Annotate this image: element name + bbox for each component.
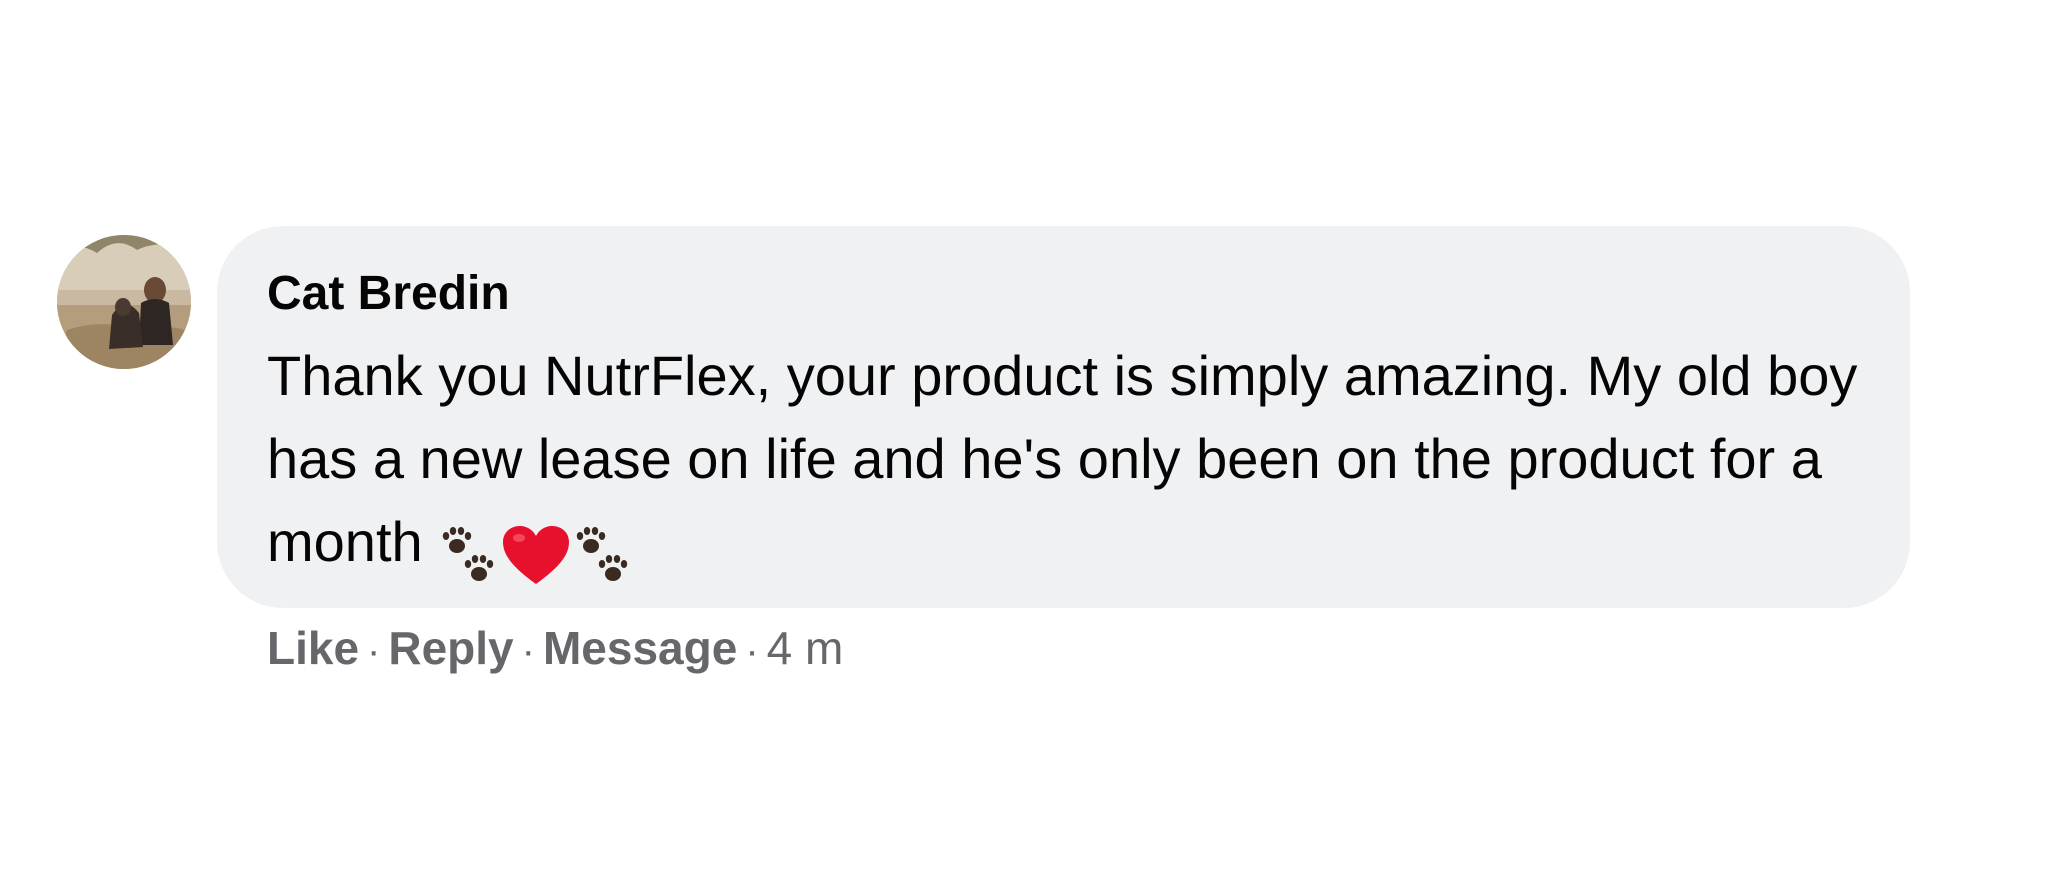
avatar[interactable] [57, 235, 191, 369]
comment-bubble: Cat Bredin Thank you NutrFlex, your prod… [217, 226, 1910, 608]
comment-timestamp[interactable]: 4 m [767, 622, 844, 674]
paw-prints-icon [442, 527, 493, 582]
separator-dot: · [521, 629, 535, 673]
separator-dot: · [745, 629, 759, 673]
comment-actions: Like · Reply · Message · 4 m [267, 620, 843, 679]
avatar-photo [57, 235, 191, 369]
like-button[interactable]: Like [267, 622, 359, 674]
emoji-group [437, 510, 635, 593]
reply-button[interactable]: Reply [388, 622, 513, 674]
paw-prints-icon [576, 527, 627, 582]
comment-author[interactable]: Cat Bredin [267, 266, 510, 322]
separator-dot: · [367, 629, 381, 673]
comment-text: Thank you NutrFlex, your product is simp… [267, 334, 1887, 593]
red-heart-icon [502, 526, 569, 585]
message-button[interactable]: Message [543, 622, 737, 674]
